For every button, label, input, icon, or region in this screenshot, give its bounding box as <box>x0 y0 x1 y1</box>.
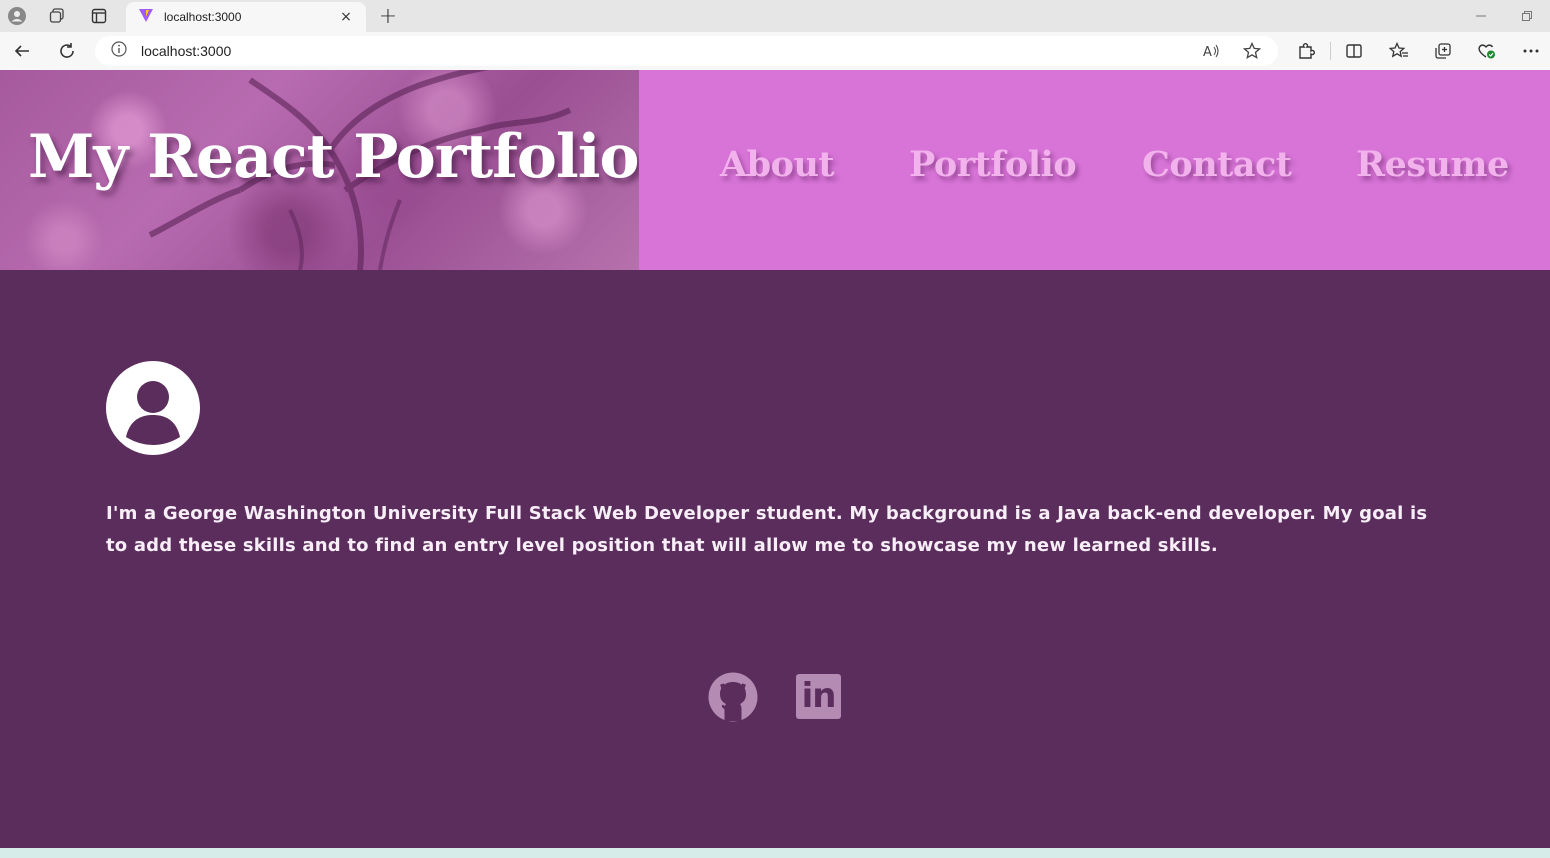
page-bottom-edge <box>0 848 1550 858</box>
nav-link-resume[interactable]: Resume <box>1356 144 1509 185</box>
main-nav: About Portfolio Contact Resume <box>639 70 1550 270</box>
github-icon[interactable] <box>708 672 758 722</box>
nav-link-portfolio[interactable]: Portfolio <box>909 144 1077 185</box>
favorite-star-icon[interactable] <box>1242 41 1262 64</box>
nav-link-about[interactable]: About <box>720 144 835 185</box>
reload-icon[interactable] <box>56 40 78 62</box>
restore-icon[interactable] <box>1504 0 1550 32</box>
toolbar-divider <box>1330 42 1331 60</box>
favorites-icon[interactable] <box>1388 40 1410 62</box>
vite-favicon-icon <box>138 7 154 27</box>
workspaces-icon[interactable] <box>46 5 68 27</box>
back-arrow-icon[interactable] <box>11 40 33 62</box>
browser-toolbar: localhost:3000 A <box>0 32 1550 70</box>
address-bar[interactable]: localhost:3000 A <box>95 36 1278 66</box>
vertical-tabs-icon[interactable] <box>88 5 110 27</box>
url-text[interactable]: localhost:3000 <box>141 43 231 59</box>
page: My React Portfolio About Portfolio Conta… <box>0 70 1550 848</box>
tab-title: localhost:3000 <box>164 10 242 24</box>
read-aloud-icon[interactable]: A <box>1203 43 1221 63</box>
site-title: My React Portfolio <box>28 122 639 192</box>
svg-text:A: A <box>1203 45 1212 59</box>
minimize-icon[interactable] <box>1458 0 1504 32</box>
browser-essentials-icon[interactable] <box>1476 40 1498 62</box>
linkedin-label: in <box>801 676 837 716</box>
more-menu-icon[interactable] <box>1520 40 1542 62</box>
browser-tab-strip: localhost:3000 × + <box>0 0 1550 32</box>
close-tab-icon[interactable]: × <box>336 9 356 25</box>
split-screen-icon[interactable] <box>1343 40 1365 62</box>
new-tab-button[interactable]: + <box>376 4 400 29</box>
user-circle-icon <box>106 361 200 455</box>
profile-icon[interactable] <box>6 5 28 27</box>
collections-icon[interactable] <box>1432 40 1454 62</box>
header-banner: My React Portfolio <box>0 70 639 270</box>
site-header: My React Portfolio About Portfolio Conta… <box>0 70 1550 270</box>
about-bio: I'm a George Washington University Full … <box>106 503 1428 556</box>
nav-link-contact[interactable]: Contact <box>1142 144 1292 185</box>
site-info-icon[interactable] <box>111 41 127 61</box>
browser-tab[interactable]: localhost:3000 × <box>126 2 366 32</box>
linkedin-icon[interactable]: in <box>796 674 841 719</box>
extensions-icon[interactable] <box>1295 40 1317 62</box>
